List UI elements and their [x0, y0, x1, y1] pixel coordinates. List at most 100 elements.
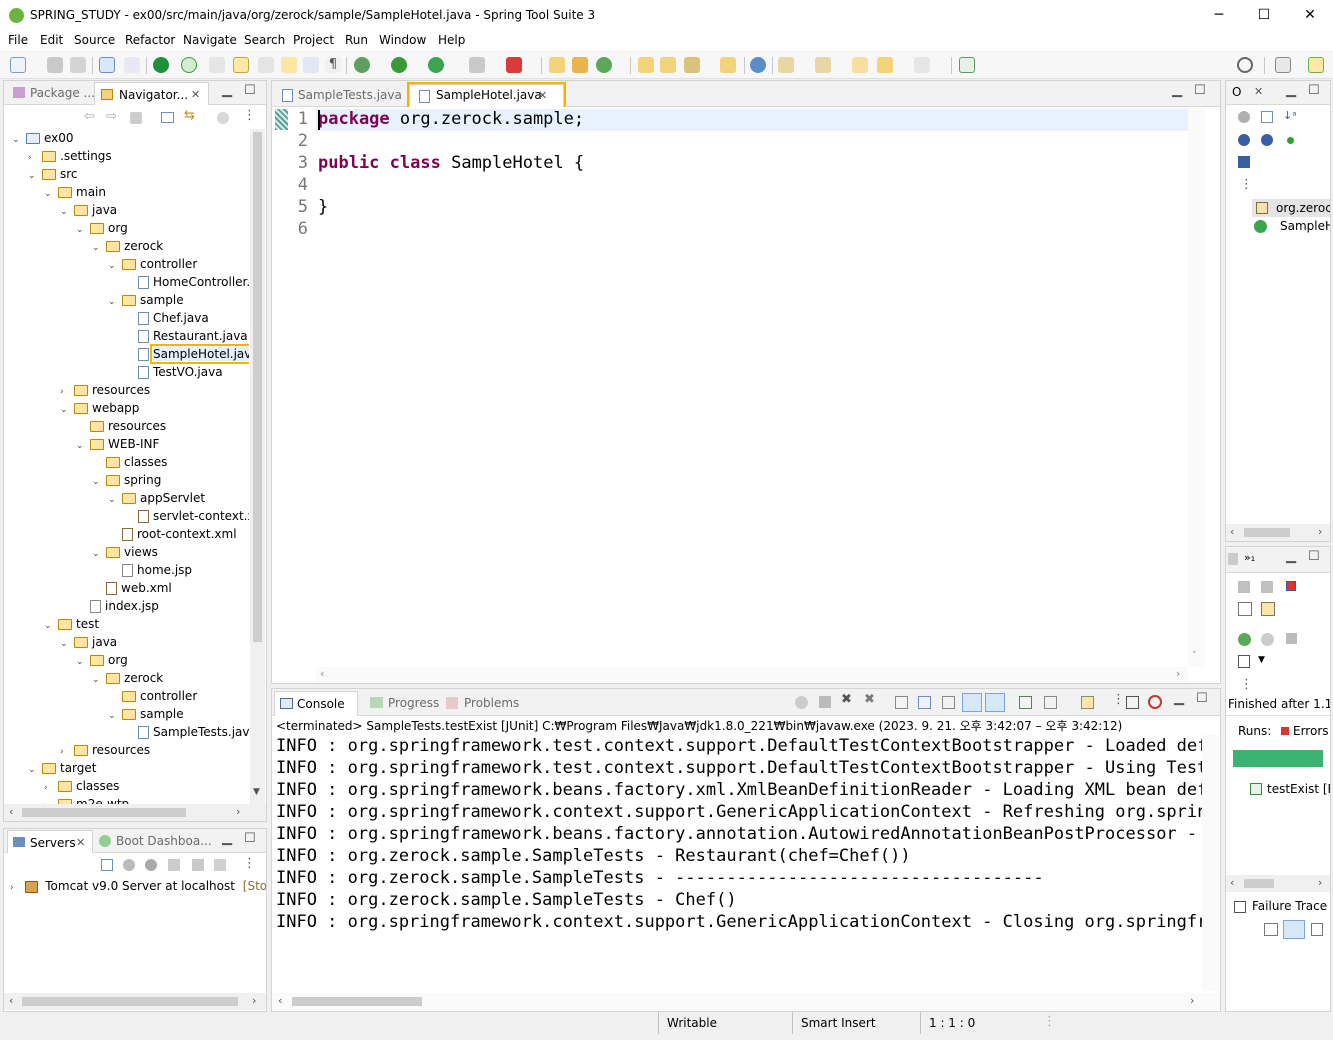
- tree-item[interactable]: ⌄ java: [60, 633, 117, 651]
- collapse-twisty-icon[interactable]: ⌄: [44, 617, 58, 635]
- tree-item[interactable]: › classes: [44, 777, 119, 795]
- tab-navigator[interactable]: Navigator... ✕: [94, 82, 209, 106]
- tree-item[interactable]: ⌄ appServlet: [108, 489, 205, 507]
- tree-item[interactable]: › resources: [60, 381, 150, 399]
- tree-item[interactable]: index.jsp: [76, 597, 159, 615]
- tree-item[interactable]: ⌄ org: [76, 651, 128, 669]
- publish-icon[interactable]: [214, 859, 226, 871]
- maximize-view-icon[interactable]: ☐: [1196, 691, 1208, 706]
- close-tab-icon[interactable]: ✕: [76, 831, 85, 855]
- tree-item[interactable]: resources: [76, 417, 166, 435]
- remove-launch-icon[interactable]: ✖: [841, 692, 852, 707]
- outline-item-class[interactable]: SampleH: [1252, 217, 1330, 235]
- tab-samplehotel[interactable]: SampleHotel.java ✕: [407, 82, 566, 109]
- back-icon[interactable]: [877, 57, 893, 73]
- hide-fields-icon[interactable]: [1238, 111, 1250, 123]
- tree-item[interactable]: SampleHotel.java: [124, 344, 249, 364]
- collapse-twisty-icon[interactable]: ⌄: [92, 671, 106, 689]
- outline-item-package[interactable]: org.zeroc: [1252, 199, 1330, 217]
- expand-twisty-icon[interactable]: ›: [44, 797, 58, 804]
- tree-item[interactable]: ⌄ main: [44, 183, 106, 201]
- tree-item[interactable]: ⌄ views: [92, 543, 158, 561]
- view-menu-icon[interactable]: ⋮: [243, 856, 256, 871]
- minimize-button[interactable]: ─: [1196, 0, 1242, 31]
- maximize-editor-icon[interactable]: ☐: [1194, 83, 1206, 98]
- minimize-view-icon[interactable]: ▁: [1286, 549, 1296, 564]
- hide-local-icon[interactable]: [1287, 137, 1294, 144]
- pin-editor-icon[interactable]: [959, 57, 975, 73]
- stop-junit-icon[interactable]: [1286, 633, 1297, 644]
- console-output[interactable]: INFO : org.springframework.test.context.…: [276, 735, 1202, 991]
- expand-icon[interactable]: ›: [10, 883, 14, 893]
- code-area[interactable]: 1 package org.zerock.sample; 2 3 public clas…: [272, 107, 1220, 667]
- tree-item[interactable]: ⌄ sample: [108, 705, 184, 723]
- rerun-icon[interactable]: [1238, 633, 1251, 646]
- open-folder-icon[interactable]: [281, 57, 297, 73]
- junit-hscroll-thumb[interactable]: [1244, 879, 1274, 888]
- tree-item[interactable]: ⌄ src: [28, 165, 78, 183]
- forward-icon[interactable]: [914, 57, 930, 73]
- terminal-icon[interactable]: [99, 57, 115, 73]
- maximize-view-icon[interactable]: ☐: [244, 831, 256, 846]
- tree-vscroll-thumb[interactable]: [253, 132, 262, 642]
- prev-failure-icon[interactable]: [1261, 581, 1273, 593]
- minimize-editor-icon[interactable]: ▁: [1172, 83, 1182, 98]
- remove-all-icon[interactable]: ✖: [864, 692, 875, 707]
- maximize-button[interactable]: ☐: [1241, 0, 1287, 31]
- tab-problems[interactable]: Problems: [444, 691, 524, 715]
- show-whitespace-icon[interactable]: ¶: [325, 57, 341, 73]
- tree-item[interactable]: Chef.java: [124, 309, 209, 327]
- console-hscrollbar[interactable]: ‹ ›: [272, 993, 1220, 1010]
- junit-test-item[interactable]: testExist [R: [1248, 780, 1330, 798]
- view-menu-icon[interactable]: ⋮: [1240, 177, 1253, 192]
- open-type-icon[interactable]: [209, 57, 225, 73]
- menu-project[interactable]: Project: [293, 33, 334, 47]
- menu-search[interactable]: Search: [244, 33, 285, 47]
- pin-console-icon[interactable]: [1019, 696, 1032, 709]
- tree-item[interactable]: ⌄ zerock: [92, 669, 163, 687]
- copy-trace-icon[interactable]: [1311, 923, 1323, 936]
- collapse-twisty-icon[interactable]: ⌄: [28, 761, 42, 779]
- prev-annotation-icon[interactable]: [815, 57, 831, 73]
- scroll-right-icon[interactable]: ›: [1318, 525, 1322, 538]
- open-resource-icon[interactable]: [660, 57, 676, 73]
- servers-hscroll-thumb[interactable]: [22, 997, 238, 1006]
- tree-item[interactable]: SampleTests.java: [124, 723, 249, 741]
- collapse-twisty-icon[interactable]: ⌄: [76, 437, 90, 455]
- save-all-icon[interactable]: [70, 57, 86, 73]
- tree-item[interactable]: Restaurant.java: [124, 327, 248, 345]
- maximize-view-icon[interactable]: ☐: [1308, 83, 1320, 98]
- open-perspective-icon[interactable]: [1275, 57, 1291, 73]
- dropdown-icon[interactable]: ▼: [1258, 655, 1265, 665]
- maximize-view-icon[interactable]: ☐: [244, 83, 256, 98]
- scroll-right-icon[interactable]: ›: [252, 994, 256, 1007]
- collapse-icon[interactable]: [101, 859, 113, 871]
- history-icon[interactable]: [1261, 602, 1275, 616]
- tab-outline[interactable]: O: [1232, 85, 1241, 99]
- close-button[interactable]: ✕: [1287, 0, 1333, 31]
- collapse-twisty-icon[interactable]: ⌄: [12, 131, 26, 149]
- menu-edit[interactable]: Edit: [40, 33, 63, 47]
- rerun-failed-icon[interactable]: [1261, 633, 1274, 646]
- forward-nav-icon[interactable]: ⇨: [106, 109, 117, 124]
- collapse-twisty-icon[interactable]: ⌄: [60, 635, 74, 653]
- filter-trace-icon[interactable]: [1264, 923, 1278, 936]
- tab-sampletests[interactable]: SampleTests.java: [276, 83, 404, 107]
- view-menu-icon[interactable]: ⋮: [1240, 677, 1253, 692]
- collapse-twisty-icon[interactable]: ⌄: [76, 653, 90, 671]
- open-task-icon[interactable]: [720, 57, 736, 73]
- status-insert-mode[interactable]: Smart Insert: [801, 1016, 876, 1030]
- close-tab-icon[interactable]: ✕: [538, 85, 547, 106]
- editor-vscrollbar[interactable]: ˅: [1188, 107, 1205, 667]
- tree-item[interactable]: ⌄ spring: [92, 471, 161, 489]
- console-settings-icon[interactable]: [1126, 696, 1139, 709]
- scroll-left-icon[interactable]: ‹: [9, 805, 13, 818]
- collapse-twisty-icon[interactable]: ⌄: [76, 221, 90, 239]
- collapse-twisty-icon[interactable]: ⌄: [108, 707, 122, 725]
- menu-run[interactable]: Run: [345, 33, 368, 47]
- compare-result-icon[interactable]: [1283, 920, 1305, 939]
- tree-item[interactable]: ⌄ org: [76, 219, 128, 237]
- tab-package-explorer[interactable]: Package ...: [8, 81, 95, 105]
- back-nav-icon[interactable]: ⇦: [84, 109, 95, 124]
- clear-console-icon[interactable]: [895, 696, 908, 709]
